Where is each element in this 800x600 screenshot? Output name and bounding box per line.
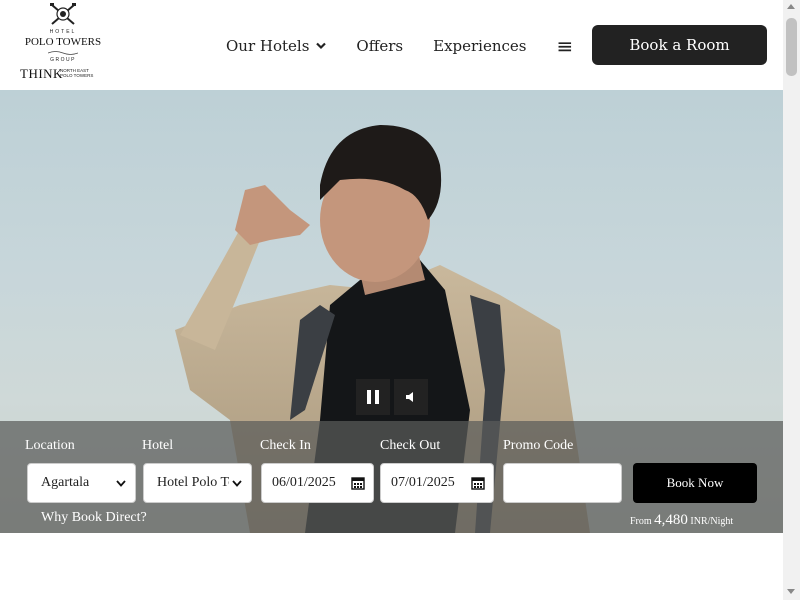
hero-video: Location Hotel Check In Check Out Promo … [0,90,783,533]
chevron-down-icon [229,479,245,487]
checkout-label: Check Out [380,438,441,453]
location-value: Agartala [41,475,90,490]
main-nav: Our Hotels Offers Experiences ≡ [226,36,573,56]
scroll-down-icon[interactable] [787,589,795,594]
page-scrollbar[interactable] [783,0,800,600]
scroll-thumb[interactable] [786,18,797,76]
promo-code-input[interactable] [503,463,622,503]
logo-wave-icon [48,51,78,55]
book-a-room-button[interactable]: Book a Room [592,25,767,65]
hotel-value: Hotel Polo Towers [157,475,229,490]
checkout-value: 07/01/2025 [391,475,455,490]
nav-experiences-label: Experiences [433,37,527,55]
hotel-select[interactable]: Hotel Polo Towers [143,463,252,503]
hamburger-menu-button[interactable]: ≡ [557,36,574,56]
booking-widget: Location Hotel Check In Check Out Promo … [0,421,783,533]
nav-our-hotels[interactable]: Our Hotels [226,37,327,55]
pause-icon [367,390,379,404]
chevron-down-icon [113,479,129,487]
checkin-value: 06/01/2025 [272,475,336,490]
logo-northeast-text: NORTH EAST POLO TOWERS [60,68,93,78]
pause-button[interactable] [356,379,390,415]
logo-brand-text: POLO TOWERS [24,36,102,48]
checkin-label: Check In [260,438,311,453]
nav-offers-label: Offers [356,37,404,55]
location-label: Location [25,438,75,453]
logo-ne-line2: POLO TOWERS [60,73,94,78]
volume-button[interactable] [394,379,428,415]
site-header: HOTEL POLO TOWERS GROUP THINK NORTH EAST… [0,0,783,90]
nav-offers[interactable]: Offers [356,37,403,55]
why-book-direct-link[interactable]: Why Book Direct? [41,510,147,526]
brand-logo[interactable]: HOTEL POLO TOWERS GROUP THINK NORTH EAST… [18,2,108,82]
from-suffix: INR/Night [690,516,734,527]
checkout-date-input[interactable]: 07/01/2025 [380,463,494,503]
calendar-icon [471,476,485,490]
chevron-down-icon [316,42,327,50]
logo-hotel-text: HOTEL [49,29,77,35]
promo-label: Promo Code [503,438,574,453]
from-amount: 4,480 [654,512,688,528]
hotel-label: Hotel [142,438,174,453]
logo-think-text: THINK [20,66,63,81]
nav-our-hotels-label: Our Hotels [226,37,310,55]
location-select[interactable]: Agartala [27,463,136,503]
from-price: From 4,480 INR/Night [630,512,733,529]
calendar-icon [351,476,365,490]
scroll-up-icon[interactable] [787,4,795,9]
hamburger-menu-icon: ≡ [556,34,574,58]
logo-group-text: GROUP [50,57,76,63]
from-prefix: From [630,516,652,527]
polo-crest-icon [50,3,76,25]
book-now-button[interactable]: Book Now [633,463,757,503]
volume-icon [406,392,413,402]
checkin-date-input[interactable]: 06/01/2025 [261,463,374,503]
nav-experiences[interactable]: Experiences [433,37,526,55]
